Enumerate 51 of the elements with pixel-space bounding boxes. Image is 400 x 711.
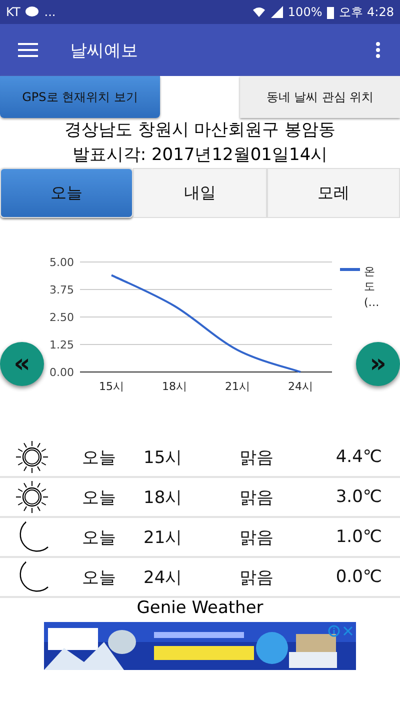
- temperature-value: 4.4℃: [336, 447, 383, 467]
- legend-swatch: [340, 268, 360, 271]
- day-tab[interactable]: 오늘: [0, 168, 134, 218]
- y-tick-label: 3.75: [50, 284, 74, 296]
- hour-label: 24시: [144, 566, 184, 588]
- day-label: 오늘: [82, 526, 117, 548]
- y-tick-label: 5.00: [50, 256, 74, 269]
- chat-icon: [25, 6, 40, 18]
- day-label: 오늘: [82, 446, 117, 468]
- y-tick-label: 0.00: [50, 366, 74, 379]
- signal-icon: [270, 6, 283, 18]
- app-title: 날씨예보: [70, 40, 138, 62]
- y-tick-label: 2.50: [50, 311, 74, 324]
- x-tick-label: 18시: [162, 380, 187, 393]
- x-tick-label: 24시: [288, 380, 313, 393]
- previous-button[interactable]: «: [0, 342, 44, 386]
- y-tick-label: 1.25: [50, 338, 74, 352]
- battery-level: 100%: [288, 5, 322, 19]
- day-label: 오늘: [82, 486, 117, 508]
- issued-time-text: 발표시각: 2017년12월01일14시: [71, 144, 329, 167]
- hour-label: 15시: [144, 446, 184, 468]
- hour-label: 21시: [144, 526, 184, 548]
- more-notifications-label: ...: [44, 5, 56, 19]
- battery-icon: [327, 6, 334, 18]
- footer-text: Genie Weather: [136, 598, 264, 618]
- day-tab[interactable]: 모레: [266, 168, 400, 218]
- clock: 오후 4:28: [339, 4, 394, 20]
- day-label: 오늘: [82, 566, 117, 588]
- location-text: 경상남도 창원시 마산회원구 봉암동: [63, 119, 337, 142]
- menu-icon[interactable]: [18, 43, 38, 57]
- x-tick-label: 21시: [225, 380, 250, 393]
- carrier-label: KT: [6, 5, 20, 19]
- sky-condition: 맑음: [240, 486, 275, 508]
- more-options-icon[interactable]: [376, 42, 380, 58]
- location-button[interactable]: GPS로 현재위치 보기: [0, 76, 160, 118]
- temperature-value: 1.0℃: [336, 527, 383, 547]
- temperature-value: 3.0℃: [336, 487, 383, 507]
- sun-icon: [14, 479, 50, 515]
- sky-condition: 맑음: [240, 566, 275, 588]
- wifi-icon: [252, 6, 266, 18]
- sky-condition: 맑음: [240, 526, 275, 548]
- info-icon[interactable]: [328, 625, 340, 637]
- legend-label: 온도(…: [364, 264, 378, 310]
- temperature-value: 0.0℃: [336, 567, 383, 587]
- sky-condition: 맑음: [240, 446, 275, 468]
- x-tick-label: 15시: [99, 380, 124, 393]
- sun-icon: [14, 439, 50, 475]
- next-button[interactable]: »: [356, 342, 400, 386]
- day-tab[interactable]: 내일: [133, 168, 267, 218]
- location-button[interactable]: 동네 날씨 관심 위치: [240, 76, 400, 118]
- hour-label: 18시: [144, 486, 184, 508]
